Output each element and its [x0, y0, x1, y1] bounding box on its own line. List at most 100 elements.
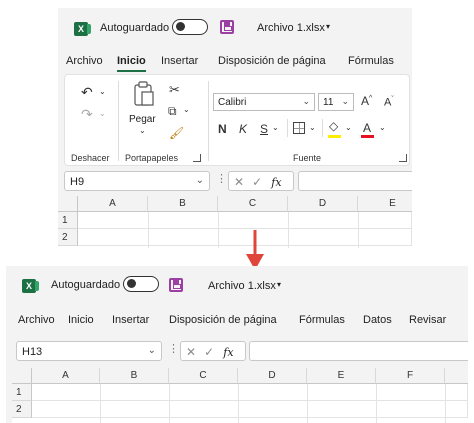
- tab-disposicion[interactable]: Disposición de página: [169, 314, 277, 326]
- column-header[interactable]: F: [376, 368, 445, 384]
- separator: [208, 81, 209, 161]
- paste-icon[interactable]: [133, 81, 155, 107]
- select-all-corner[interactable]: [12, 368, 32, 384]
- top-excel-window: X Autoguardado Archivo 1.xlsx ▾ Archivo …: [58, 8, 412, 248]
- row-header[interactable]: 2: [12, 401, 32, 418]
- enter-icon[interactable]: ✓: [252, 175, 262, 189]
- highlight-icon[interactable]: ◇: [329, 120, 338, 132]
- tab-disposicion[interactable]: Disposición de página: [218, 55, 326, 67]
- cancel-icon[interactable]: ✕: [186, 345, 196, 359]
- autosave-toggle[interactable]: [123, 276, 159, 292]
- column-header[interactable]: D: [238, 368, 307, 384]
- column-header[interactable]: C: [169, 368, 238, 384]
- italic-button[interactable]: K: [239, 123, 247, 135]
- row-header[interactable]: 2: [58, 229, 78, 246]
- grid-line: [445, 384, 446, 423]
- grid-line: [218, 212, 219, 248]
- formula-bar-input[interactable]: [249, 341, 468, 361]
- borders-icon[interactable]: [293, 122, 305, 134]
- clipboard-launcher-icon[interactable]: [193, 154, 201, 162]
- tab-inicio[interactable]: Inicio: [68, 314, 94, 326]
- toggle-knob: [127, 279, 136, 288]
- select-all-corner[interactable]: [58, 196, 78, 212]
- cell-row[interactable]: [78, 212, 412, 229]
- column-header[interactable]: [445, 368, 468, 384]
- column-header[interactable]: A: [78, 196, 148, 212]
- font-name-dropdown[interactable]: Calibri ⌄: [213, 93, 315, 111]
- border-grid-line: [294, 128, 304, 129]
- name-box-value: H13: [22, 346, 43, 358]
- cell-row[interactable]: [32, 384, 468, 401]
- column-header[interactable]: B: [100, 368, 169, 384]
- grid-line: [288, 212, 289, 248]
- tab-formulas[interactable]: Fórmulas: [299, 314, 345, 326]
- cell-row[interactable]: [32, 401, 468, 418]
- undo-group-label: Deshacer: [71, 153, 110, 163]
- dropdown-arrow-icon[interactable]: ⌄: [345, 124, 352, 132]
- sheet-grid: A B C D E F 1 2: [12, 368, 468, 423]
- tab-datos[interactable]: Datos: [363, 314, 392, 326]
- format-painter-icon[interactable]: 🖌: [169, 127, 184, 139]
- name-box[interactable]: H13 ⌄: [16, 341, 162, 361]
- redo-icon[interactable]: ↷: [81, 107, 93, 121]
- dropdown-arrow-icon[interactable]: ⌄: [379, 124, 386, 132]
- file-name[interactable]: Archivo 1.xlsx: [257, 23, 325, 34]
- tab-insertar[interactable]: Insertar: [161, 55, 198, 67]
- excel-logo-icon: X: [22, 279, 39, 293]
- name-box[interactable]: H9 ⌄: [64, 171, 210, 191]
- separator: [322, 119, 323, 137]
- cancel-icon[interactable]: ✕: [234, 175, 244, 189]
- file-name[interactable]: Archivo 1.xlsx: [208, 281, 276, 292]
- bottom-excel-window: X Autoguardado Archivo 1.xlsx ▾ Archivo …: [6, 266, 468, 423]
- dropdown-arrow-icon[interactable]: ⌄: [99, 88, 106, 96]
- grow-font-icon[interactable]: A^: [361, 95, 372, 107]
- font-launcher-icon[interactable]: [399, 154, 407, 162]
- insert-function-icon[interactable]: fx: [271, 176, 281, 189]
- chevron-down-icon[interactable]: ▾: [277, 281, 281, 289]
- save-icon[interactable]: [169, 278, 183, 292]
- autosave-toggle[interactable]: [172, 19, 208, 35]
- tab-insertar[interactable]: Insertar: [112, 314, 149, 326]
- font-size-dropdown[interactable]: 11 ⌄: [318, 93, 354, 111]
- tab-formulas[interactable]: Fórmulas: [348, 55, 394, 67]
- chevron-down-icon[interactable]: ▾: [326, 23, 330, 31]
- column-header[interactable]: A: [32, 368, 100, 384]
- tab-inicio[interactable]: Inicio: [117, 55, 146, 72]
- column-header[interactable]: D: [288, 196, 358, 212]
- dropdown-arrow-icon[interactable]: ⌄: [183, 106, 190, 114]
- tab-revisar[interactable]: Revisar: [409, 314, 446, 326]
- formula-bar-input[interactable]: [298, 171, 412, 191]
- shrink-font-icon[interactable]: Aˇ: [384, 96, 394, 109]
- enter-icon[interactable]: ✓: [204, 345, 214, 359]
- dropdown-arrow-icon[interactable]: ⌄: [99, 110, 106, 118]
- column-header[interactable]: C: [218, 196, 288, 212]
- paste-label[interactable]: Pegar: [129, 115, 156, 125]
- font-color-icon[interactable]: A: [363, 122, 371, 134]
- dropdown-arrow-icon[interactable]: ⌄: [272, 124, 279, 132]
- font-name-value: Calibri: [218, 97, 247, 108]
- row-header[interactable]: 1: [12, 384, 32, 401]
- autosave-label: Autoguardado: [51, 279, 121, 291]
- more-options-icon[interactable]: ⋮: [168, 344, 179, 355]
- column-header[interactable]: E: [358, 196, 412, 212]
- toggle-knob: [176, 22, 185, 31]
- bold-button[interactable]: N: [218, 123, 227, 135]
- cut-icon[interactable]: ✂: [169, 83, 180, 96]
- ribbon: ↶ ⌄ ↷ ⌄ Deshacer Pegar ⌄ ✂ ⧉ ⌄ 🖌 Portapa…: [64, 74, 410, 166]
- tab-archivo[interactable]: Archivo: [66, 55, 103, 67]
- copy-icon[interactable]: ⧉: [168, 105, 177, 117]
- more-options-icon[interactable]: ⋮: [216, 174, 227, 185]
- underline-button[interactable]: S: [260, 123, 268, 135]
- save-icon[interactable]: [220, 20, 234, 34]
- grid-line: [238, 384, 239, 423]
- dropdown-arrow-icon[interactable]: ⌄: [139, 127, 146, 135]
- row-header[interactable]: 1: [58, 212, 78, 229]
- dropdown-arrow-icon[interactable]: ⌄: [309, 124, 316, 132]
- undo-icon[interactable]: ↶: [81, 85, 93, 99]
- tab-archivo[interactable]: Archivo: [18, 314, 55, 326]
- separator: [118, 81, 119, 161]
- column-header[interactable]: B: [148, 196, 218, 212]
- insert-function-icon[interactable]: fx: [223, 346, 233, 359]
- formula-buttons: ✕ ✓ fx: [180, 341, 246, 361]
- column-header[interactable]: E: [307, 368, 376, 384]
